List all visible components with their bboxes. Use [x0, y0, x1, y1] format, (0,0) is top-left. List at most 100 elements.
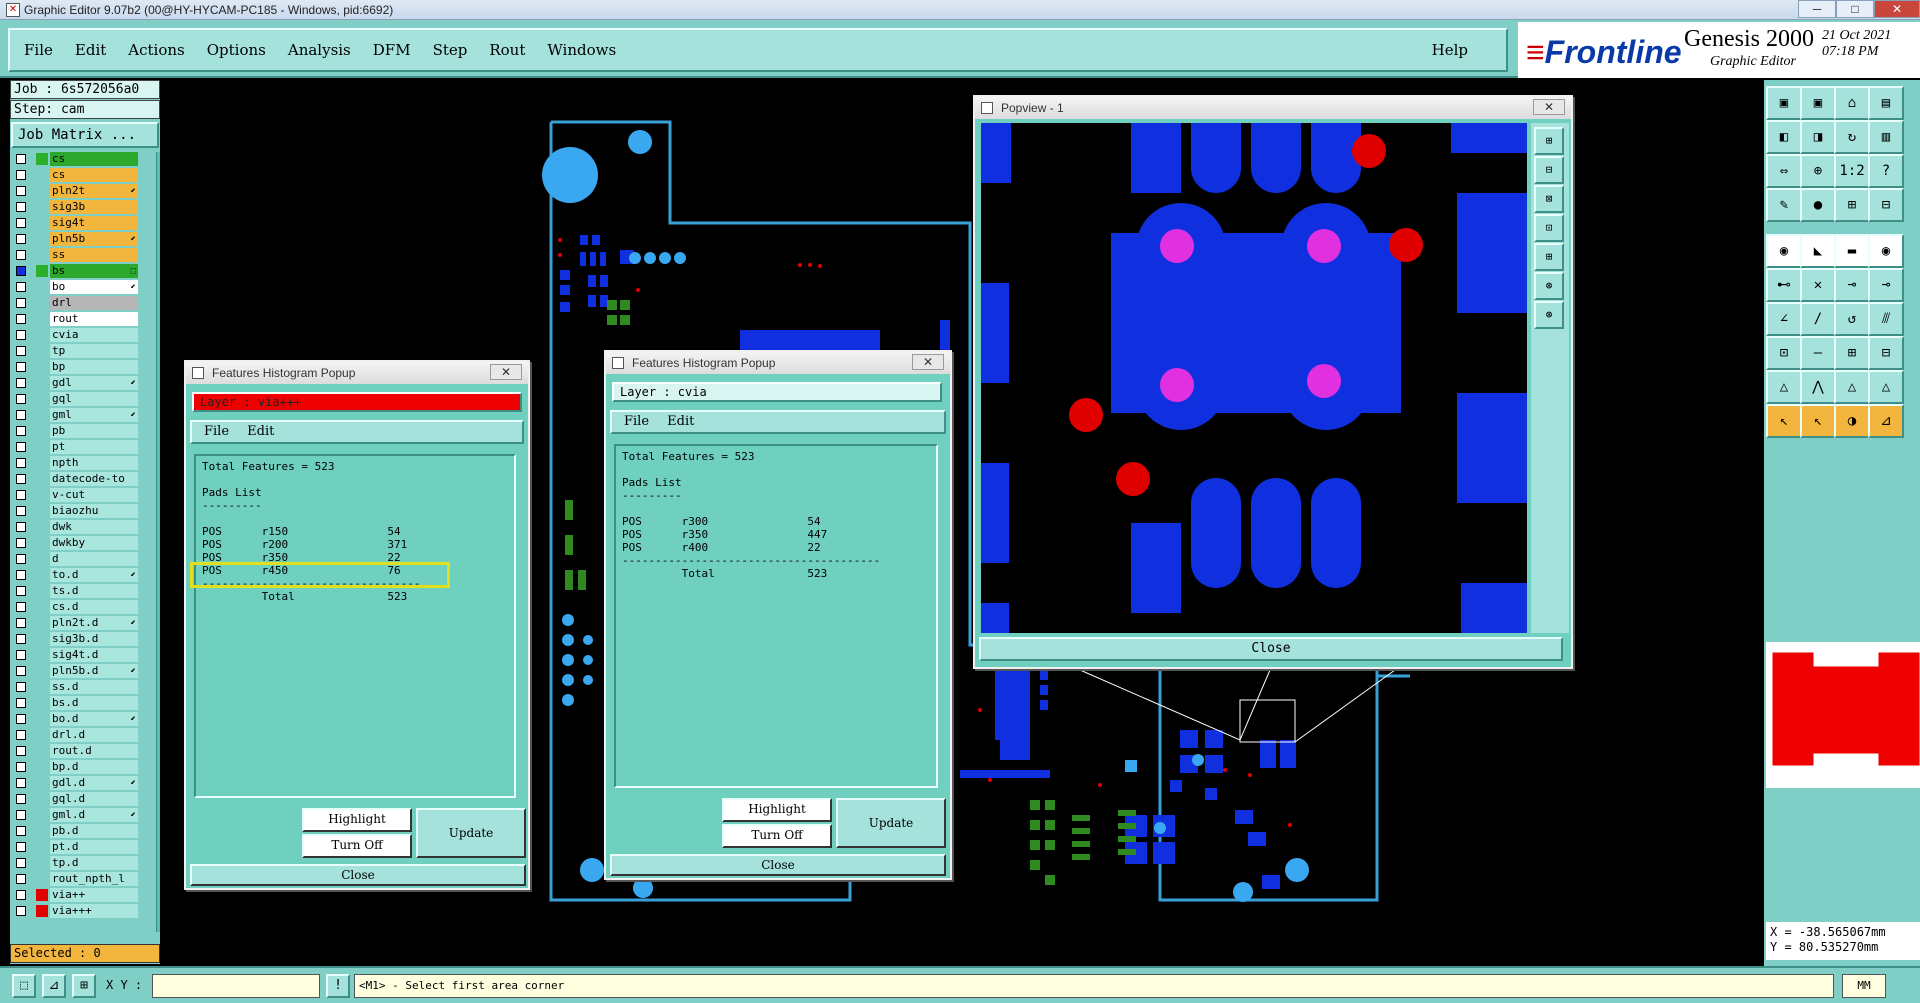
toolbar-icon[interactable]: ⫻ — [1868, 302, 1904, 336]
popview-close-button[interactable]: Close — [979, 637, 1563, 661]
layer-name[interactable]: drl.d — [50, 728, 138, 742]
layer-name[interactable]: via+++ — [50, 904, 138, 918]
layer-name[interactable]: gql — [50, 392, 138, 406]
layer-checkbox[interactable] — [16, 410, 26, 420]
histogram-1-update-button[interactable]: Update — [416, 808, 526, 858]
layer-name[interactable]: v-cut — [50, 488, 138, 502]
layer-checkbox[interactable] — [16, 522, 26, 532]
histogram-1-highlight-button[interactable]: Highlight — [302, 808, 412, 832]
layer-name[interactable]: pln5b.d — [50, 664, 138, 678]
layer-checkbox[interactable] — [16, 154, 26, 164]
toolbar-icon[interactable]: ◨ — [1800, 120, 1836, 154]
layer-checkbox[interactable] — [16, 170, 26, 180]
histogram-2-close-button[interactable]: Close — [610, 854, 946, 876]
layer-row[interactable]: biaozhu — [10, 504, 150, 518]
layer-name[interactable]: ss.d — [50, 680, 138, 694]
layer-checkbox[interactable] — [16, 826, 26, 836]
layer-row[interactable]: dwk — [10, 520, 150, 534]
toolbar-icon[interactable]: ⊷ — [1766, 268, 1802, 302]
units-selector[interactable]: MM — [1842, 974, 1886, 998]
alert-icon[interactable]: ! — [326, 974, 350, 998]
layer-checkbox[interactable] — [16, 362, 26, 372]
toolbar-icon[interactable]: △ — [1766, 370, 1802, 404]
layer-row[interactable]: pln5b.d ⬋ — [10, 664, 150, 678]
toolbar-icon[interactable]: △ — [1834, 370, 1870, 404]
histogram-2-menu-edit[interactable]: Edit — [667, 414, 694, 429]
toolbar-icon[interactable]: — — [1800, 336, 1836, 370]
layer-row[interactable]: bs ⬚ — [10, 264, 150, 278]
layer-name[interactable]: sig4t — [50, 216, 138, 230]
layer-checkbox[interactable] — [16, 218, 26, 228]
layer-row[interactable]: pt.d — [10, 840, 150, 854]
layer-checkbox[interactable] — [16, 842, 26, 852]
menu-windows[interactable]: Windows — [547, 41, 616, 59]
layer-checkbox[interactable] — [16, 570, 26, 580]
popview-side-icon[interactable]: ⊞ — [1534, 243, 1564, 271]
toolbar-icon[interactable]: 1:2 — [1834, 154, 1870, 188]
layer-checkbox[interactable] — [16, 650, 26, 660]
minimap[interactable] — [1766, 642, 1920, 788]
histogram-1-menu-edit[interactable]: Edit — [247, 424, 274, 439]
layer-row[interactable]: pln2t ⬋ — [10, 184, 150, 198]
layer-row[interactable]: bo.d ⬋ — [10, 712, 150, 726]
close-window-button[interactable]: ✕ — [1874, 0, 1920, 18]
layer-row[interactable]: via+++ — [10, 904, 150, 918]
layer-name[interactable]: to.d — [50, 568, 138, 582]
layer-name[interactable]: pb.d — [50, 824, 138, 838]
layer-name[interactable]: tp.d — [50, 856, 138, 870]
layer-row[interactable]: gml.d ⬋ — [10, 808, 150, 822]
menu-actions[interactable]: Actions — [128, 41, 184, 59]
layer-row[interactable]: tp.d — [10, 856, 150, 870]
layer-row[interactable]: bo ⬋ — [10, 280, 150, 294]
layer-row[interactable]: cs — [10, 152, 150, 166]
histogram-2-titlebar[interactable]: Features Histogram Popup ✕ — [606, 352, 950, 374]
layer-checkbox[interactable] — [16, 298, 26, 308]
layer-name[interactable]: dwkby — [50, 536, 138, 550]
layer-name[interactable]: gml.d — [50, 808, 138, 822]
layer-name[interactable]: pt.d — [50, 840, 138, 854]
layer-name[interactable]: dwk — [50, 520, 138, 534]
toolbar-icon[interactable]: ? — [1868, 154, 1904, 188]
popview-close-icon[interactable]: ✕ — [1533, 99, 1565, 115]
layer-name[interactable]: bp — [50, 360, 138, 374]
job-matrix-button[interactable]: Job Matrix ... — [11, 122, 159, 148]
popview-zoom-view[interactable] — [981, 123, 1527, 633]
layer-name[interactable]: pln5b — [50, 232, 138, 246]
histogram-2-close-icon[interactable]: ✕ — [912, 354, 944, 370]
layer-name[interactable]: pb — [50, 424, 138, 438]
histogram-1-close-button[interactable]: Close — [190, 864, 526, 886]
toolbar-icon[interactable]: / — [1800, 302, 1836, 336]
layer-row[interactable]: cs — [10, 168, 150, 182]
toolbar-icon[interactable]: ▣ — [1766, 86, 1802, 120]
toolbar-icon[interactable]: ⊕ — [1800, 154, 1836, 188]
layer-row[interactable]: ts.d — [10, 584, 150, 598]
layer-name[interactable]: cvia — [50, 328, 138, 342]
menu-edit[interactable]: Edit — [75, 41, 106, 59]
toolbar-icon[interactable]: ↖ — [1800, 404, 1836, 438]
popview-side-icon[interactable]: ⊞ — [1534, 127, 1564, 155]
layer-checkbox[interactable] — [16, 378, 26, 388]
layer-name[interactable]: ss — [50, 248, 138, 262]
layer-checkbox[interactable] — [16, 314, 26, 324]
layer-checkbox[interactable] — [16, 666, 26, 676]
toolbar-icon[interactable]: ⊞ — [1834, 336, 1870, 370]
toolbar-icon[interactable]: ↖ — [1766, 404, 1802, 438]
layer-name[interactable]: biaozhu — [50, 504, 138, 518]
layer-row[interactable]: drl — [10, 296, 150, 310]
histogram-2-turnoff-button[interactable]: Turn Off — [722, 824, 832, 848]
toolbar-icon[interactable]: ▬ — [1834, 234, 1870, 268]
layer-name[interactable]: gdl — [50, 376, 138, 390]
layer-checkbox[interactable] — [16, 554, 26, 564]
menu-file[interactable]: File — [24, 41, 53, 59]
menu-step[interactable]: Step — [433, 41, 468, 59]
layer-name[interactable]: pt — [50, 440, 138, 454]
layer-row[interactable]: ss.d — [10, 680, 150, 694]
layer-row[interactable]: bp — [10, 360, 150, 374]
toolbar-icon[interactable]: ▥ — [1868, 120, 1904, 154]
layer-checkbox[interactable] — [16, 810, 26, 820]
maximize-button[interactable]: □ — [1836, 0, 1874, 18]
layer-checkbox[interactable] — [16, 282, 26, 292]
layer-checkbox[interactable] — [16, 186, 26, 196]
histogram-1-titlebar[interactable]: Features Histogram Popup ✕ — [186, 362, 528, 384]
grid-icon[interactable]: ⊞ — [72, 974, 96, 998]
